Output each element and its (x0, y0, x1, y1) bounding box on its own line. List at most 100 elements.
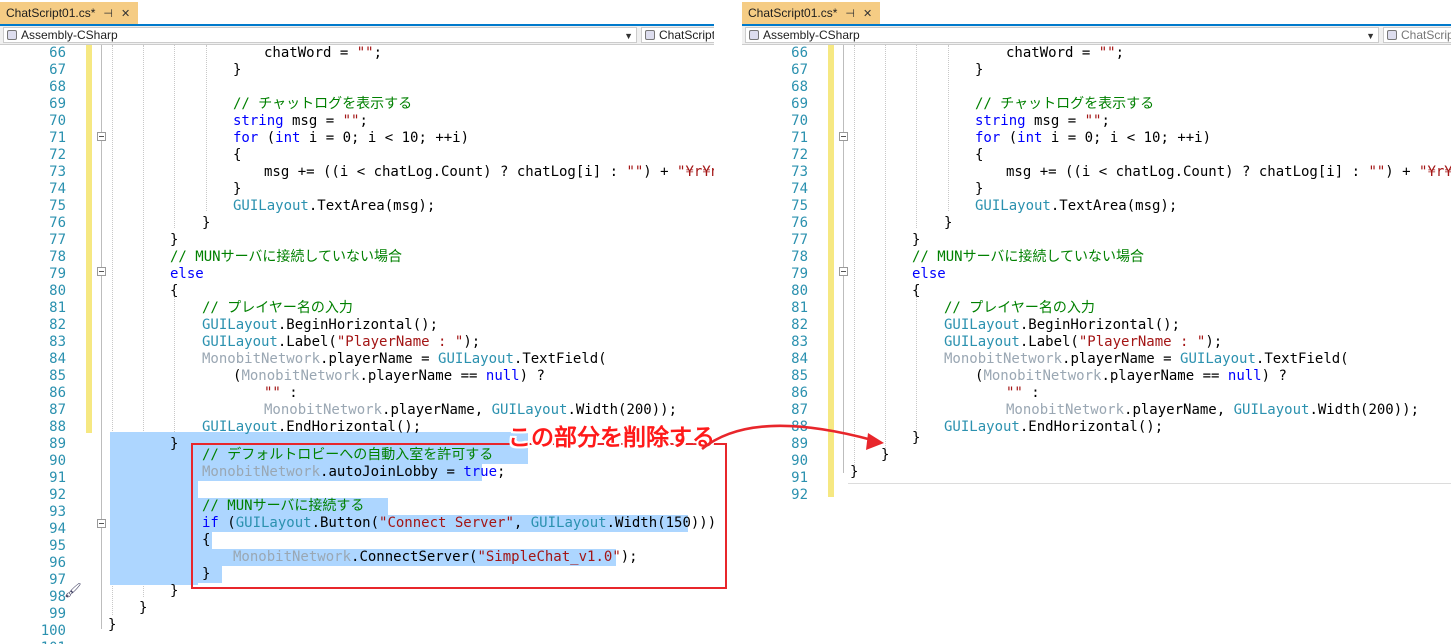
line-number: 91 (791, 470, 808, 486)
line-number: 73 (49, 164, 66, 180)
line-number: 85 (49, 368, 66, 384)
code-line-69: // チャットログを表示する (233, 96, 413, 112)
line-number: 82 (791, 317, 808, 333)
class-dropdown[interactable]: ChatScript (641, 27, 714, 43)
indent-guide (854, 45, 855, 465)
code-editor[interactable]: 66 67 68 69 70 71 72 73 74 75 76 77 78 79 80 81 82 83 84 85… (742, 45, 1451, 644)
line-number: 75 (791, 198, 808, 214)
line-number: 74 (791, 181, 808, 197)
code-line-71: for (int i = 0; i < 10; ++i) (975, 130, 1212, 146)
code-line-69: // チャットログを表示する (975, 96, 1155, 112)
tab-strip: ChatScript01.cs* ⊣ ✕ (742, 0, 1451, 26)
code-line-77: } (912, 232, 921, 248)
line-number: 67 (791, 62, 808, 78)
code-line-99: } (139, 600, 148, 616)
close-icon[interactable]: ✕ (863, 7, 872, 20)
line-number: 80 (791, 283, 808, 299)
project-dropdown[interactable]: Assembly-CSharp ▼ (3, 27, 637, 43)
code-line-80: { (170, 283, 179, 299)
line-number: 85 (791, 368, 808, 384)
line-number: 93 (49, 504, 66, 520)
deletion-highlight-box (191, 443, 727, 589)
line-number: 72 (49, 147, 66, 163)
line-number: 79 (791, 266, 808, 282)
code-line-84: MonobitNetwork.playerName = GUILayout.Te… (202, 351, 607, 367)
tab-chatscript01[interactable]: ChatScript01.cs* ⊣ ✕ (742, 2, 881, 24)
collapse-icon[interactable] (839, 132, 848, 141)
line-number: 96 (49, 555, 66, 571)
collapse-icon[interactable] (97, 519, 106, 528)
code-line-70: string msg = ""; (975, 113, 1110, 129)
code-line-87: MonobitNetwork.playerName, GUILayout.Wid… (264, 402, 678, 418)
tab-title: ChatScript01.cs* (6, 6, 96, 20)
line-number: 68 (49, 79, 66, 95)
code-line-79: else (170, 266, 204, 282)
line-number: 73 (791, 164, 808, 180)
code-line-74: } (975, 181, 984, 197)
code-line-66: chatWord = ""; (264, 45, 383, 61)
line-number: 97 (49, 572, 66, 588)
code-line-80: { (912, 283, 921, 299)
line-number: 81 (49, 300, 66, 316)
class-icon (1387, 30, 1397, 40)
line-number: 88 (791, 419, 808, 435)
project-name: Assembly-CSharp (21, 28, 118, 42)
indent-guide (948, 45, 949, 211)
code-line-70: string msg = ""; (233, 113, 368, 129)
line-number: 78 (791, 249, 808, 265)
code-line-100: } (108, 617, 117, 633)
code-line-73: msg += ((i < chatLog.Count) ? chatLog[i]… (1006, 164, 1451, 180)
project-dropdown[interactable]: Assembly-CSharp ▼ (745, 27, 1379, 43)
code-line-78: // MUNサーバに接続していない場合 (912, 249, 1145, 265)
tab-chatscript01[interactable]: ChatScript01.cs* ⊣ ✕ (0, 2, 139, 24)
line-number: 87 (49, 402, 66, 418)
code-line-75: GUILayout.TextArea(msg); (975, 198, 1178, 214)
pin-icon[interactable]: ⊣ (845, 7, 855, 20)
code-line-77: } (170, 232, 179, 248)
collapse-icon[interactable] (97, 267, 106, 276)
line-number: 80 (49, 283, 66, 299)
line-number: 70 (791, 113, 808, 129)
line-number: 66 (49, 45, 66, 61)
project-icon (7, 30, 17, 40)
selection-highlight (110, 432, 198, 585)
line-number: 92 (49, 487, 66, 503)
delete-callout: この部分を削除する (508, 425, 715, 451)
line-number: 90 (791, 453, 808, 469)
pin-icon[interactable]: ⊣ (103, 7, 113, 20)
quick-actions-icon[interactable]: 🖌 (64, 583, 82, 599)
code-line-85: (MonobitNetwork.playerName == null) ? (233, 368, 545, 384)
line-number: 83 (791, 334, 808, 350)
line-number: 84 (49, 351, 66, 367)
code-line-82: GUILayout.BeginHorizontal(); (944, 317, 1181, 333)
line-number: 89 (791, 436, 808, 452)
collapse-icon[interactable] (839, 267, 848, 276)
code-line-72: { (233, 147, 242, 163)
end-of-document-line (848, 483, 1451, 484)
project-name: Assembly-CSharp (763, 28, 860, 42)
close-icon[interactable]: ✕ (121, 7, 130, 20)
code-line-83: GUILayout.Label("PlayerName : "); (202, 334, 481, 350)
code-line-74: } (233, 181, 242, 197)
code-line-76: } (202, 215, 211, 231)
code-line-78: // MUNサーバに接続していない場合 (170, 249, 403, 265)
line-number: 76 (49, 215, 66, 231)
class-dropdown[interactable]: ChatScript (1383, 27, 1451, 43)
navigation-bar: Assembly-CSharp ▼ ChatScript (742, 26, 1451, 45)
line-number: 79 (49, 266, 66, 282)
navigation-bar: Assembly-CSharp ▼ ChatScript (0, 26, 714, 45)
class-icon (645, 30, 655, 40)
code-line-87: MonobitNetwork.playerName, GUILayout.Wid… (1006, 402, 1420, 418)
code-line-79: else (912, 266, 946, 282)
code-line-86: "" : (264, 385, 298, 401)
code-line-82: GUILayout.BeginHorizontal(); (202, 317, 439, 333)
code-line-89: } (170, 436, 179, 452)
code-line-75: GUILayout.TextArea(msg); (233, 198, 436, 214)
collapse-icon[interactable] (97, 132, 106, 141)
code-line-98: } (170, 583, 179, 599)
code-line-88: GUILayout.EndHorizontal(); (944, 419, 1164, 435)
code-line-85: (MonobitNetwork.playerName == null) ? (975, 368, 1287, 384)
indent-guide (916, 295, 917, 430)
line-number: 87 (791, 402, 808, 418)
code-line-67: } (975, 62, 984, 78)
